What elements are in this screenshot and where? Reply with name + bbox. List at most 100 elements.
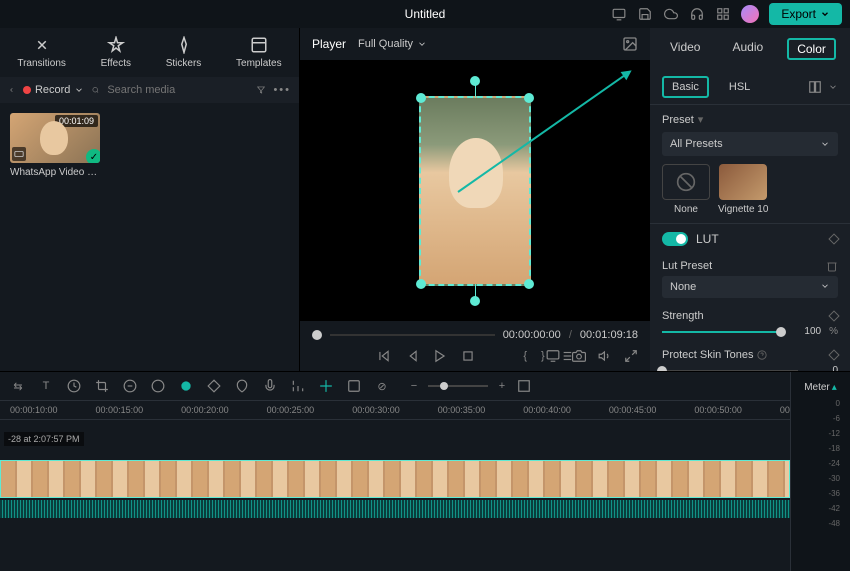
- preset-vignette[interactable]: Vignette 10: [718, 164, 768, 215]
- mark-out-button[interactable]: }: [541, 350, 545, 362]
- video-frame[interactable]: [419, 96, 531, 286]
- adjust-icon[interactable]: [290, 378, 306, 394]
- skin-slider[interactable]: [662, 370, 798, 372]
- titlebar: Untitled Export: [0, 0, 850, 28]
- tab-color[interactable]: Color: [787, 38, 836, 60]
- trash-icon[interactable]: [826, 260, 838, 272]
- quality-select[interactable]: Full Quality: [358, 38, 427, 50]
- marker-icon[interactable]: [234, 378, 250, 394]
- video-viewer[interactable]: [300, 60, 650, 321]
- zoom-in-icon[interactable]: +: [494, 378, 510, 394]
- text-tool-icon[interactable]: T: [38, 378, 54, 394]
- split-icon[interactable]: ⊘: [374, 378, 390, 394]
- volume-button[interactable]: [598, 349, 612, 363]
- none-icon: [676, 172, 696, 192]
- play-back-button[interactable]: [405, 349, 419, 363]
- tab-transitions[interactable]: Transitions: [17, 36, 66, 69]
- crop-icon[interactable]: [94, 378, 110, 394]
- zoom-fit-icon[interactable]: [516, 378, 532, 394]
- templates-icon: [250, 36, 268, 54]
- keyframe-tool-icon[interactable]: [206, 378, 222, 394]
- zoom-slider[interactable]: [428, 385, 488, 387]
- chevron-left-icon[interactable]: [8, 84, 15, 96]
- lut-preset-label: Lut Preset: [662, 260, 712, 272]
- tab-video[interactable]: Video: [662, 38, 708, 60]
- resize-handle[interactable]: [524, 93, 534, 103]
- lut-preset-value: None: [670, 281, 696, 293]
- headphones-icon[interactable]: [689, 6, 705, 22]
- time-separator: /: [569, 329, 572, 341]
- keyframe-icon[interactable]: [828, 349, 839, 360]
- speed-icon[interactable]: [122, 378, 138, 394]
- cloud-icon[interactable]: [663, 6, 679, 22]
- resize-handle[interactable]: [416, 279, 426, 289]
- help-icon[interactable]: [757, 350, 767, 360]
- tab-templates[interactable]: Templates: [236, 36, 282, 69]
- rotate-handle[interactable]: [470, 76, 480, 86]
- tab-stickers[interactable]: Stickers: [166, 36, 202, 69]
- lut-toggle[interactable]: [662, 232, 688, 246]
- avatar[interactable]: [741, 5, 759, 23]
- ripple-icon[interactable]: ⇆: [10, 378, 26, 394]
- track-clip-label: -28 at 2:07:57 PM: [4, 432, 84, 446]
- ruler-tick: 00:00:25:00: [267, 405, 315, 415]
- play-button[interactable]: [433, 349, 447, 363]
- tab-effects[interactable]: Effects: [101, 36, 131, 69]
- preset-select[interactable]: All Presets: [662, 132, 838, 156]
- color-tool-icon[interactable]: [150, 378, 166, 394]
- strength-value[interactable]: 100: [789, 326, 821, 337]
- rotate-handle[interactable]: [470, 296, 480, 306]
- grid-icon[interactable]: [715, 6, 731, 22]
- preset-none[interactable]: None: [662, 164, 710, 215]
- mic-icon[interactable]: [262, 378, 278, 394]
- chevron-down-icon[interactable]: [828, 82, 838, 92]
- search-input[interactable]: [107, 84, 249, 96]
- playhead-dot[interactable]: [312, 330, 322, 340]
- resize-handle[interactable]: [416, 93, 426, 103]
- tab-label: Templates: [236, 58, 282, 69]
- total-time: 00:01:09:18: [580, 329, 638, 341]
- keyframe-icon[interactable]: [828, 233, 839, 244]
- keyframe-icon[interactable]: [828, 310, 839, 321]
- skin-label: Protect Skin Tones: [662, 349, 767, 361]
- more-icon[interactable]: •••: [273, 84, 291, 96]
- prev-frame-button[interactable]: [377, 349, 391, 363]
- device-icon[interactable]: [611, 6, 627, 22]
- timeline-ruler[interactable]: 00:00:10:00 00:00:15:00 00:00:20:00 00:0…: [0, 401, 790, 420]
- display-button[interactable]: [546, 349, 560, 363]
- mask-tool-icon[interactable]: [178, 378, 194, 394]
- clip-duration: 00:01:09: [55, 115, 98, 127]
- chevron-down-icon: [820, 9, 830, 19]
- group-icon[interactable]: [346, 378, 362, 394]
- ruler-tick: 00:00:20:00: [181, 405, 229, 415]
- db-mark: -42: [828, 504, 840, 513]
- db-mark: -30: [828, 474, 840, 483]
- subtab-hsl[interactable]: HSL: [721, 78, 758, 96]
- db-mark: -24: [828, 459, 840, 468]
- snapshot-icon[interactable]: [622, 36, 638, 52]
- filter-icon[interactable]: [257, 83, 265, 97]
- scrubber-track[interactable]: [330, 334, 495, 336]
- video-track-clip[interactable]: [0, 460, 790, 498]
- chevron-down-icon: [417, 39, 427, 49]
- audio-track-clip[interactable]: [0, 500, 790, 518]
- mark-in-button[interactable]: {: [523, 350, 527, 362]
- zoom-out-icon[interactable]: −: [406, 378, 422, 394]
- record-button[interactable]: Record: [23, 84, 84, 96]
- resize-handle[interactable]: [524, 279, 534, 289]
- fullscreen-button[interactable]: [624, 349, 638, 363]
- compare-icon[interactable]: [808, 80, 822, 94]
- lut-preset-select[interactable]: None: [662, 276, 838, 298]
- snap-icon[interactable]: [318, 378, 334, 394]
- tab-audio[interactable]: Audio: [724, 38, 771, 60]
- camera-button[interactable]: [572, 349, 586, 363]
- timer-icon[interactable]: [66, 378, 82, 394]
- meter-label[interactable]: Meter ▴: [795, 376, 846, 399]
- stop-button[interactable]: [461, 349, 475, 363]
- media-clip[interactable]: 00:01:09 ✓ WhatsApp Video 202...: [10, 113, 100, 178]
- subtab-basic[interactable]: Basic: [662, 76, 709, 98]
- export-button[interactable]: Export: [769, 3, 842, 25]
- save-icon[interactable]: [637, 6, 653, 22]
- db-mark: -48: [828, 519, 840, 528]
- strength-slider[interactable]: [662, 331, 781, 333]
